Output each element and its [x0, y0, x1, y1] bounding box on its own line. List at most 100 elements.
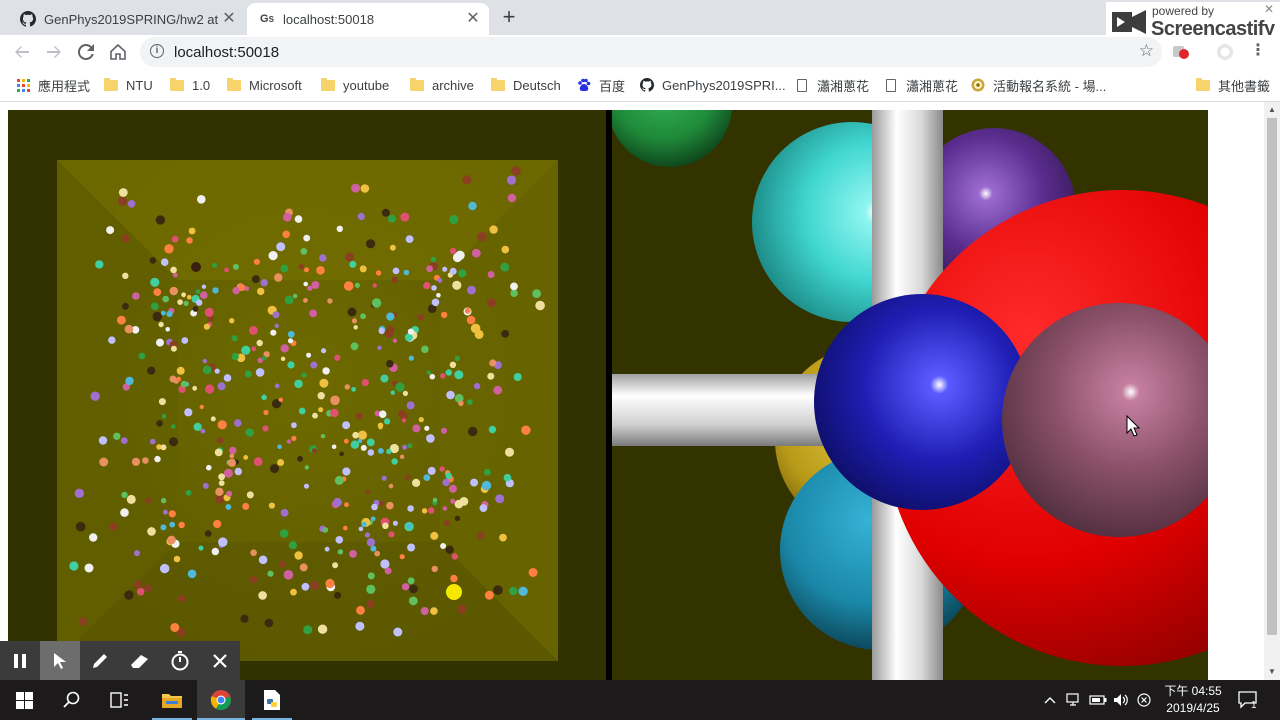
gas-particle: [386, 325, 395, 334]
tab-localhost[interactable]: GS localhost:50018 ✕: [247, 3, 489, 35]
gas-particle: [150, 302, 159, 311]
close-toolbar-button[interactable]: [200, 641, 240, 680]
python-editor-button[interactable]: [248, 680, 296, 720]
cursor-tool-button[interactable]: [40, 641, 80, 680]
bookmark-archive[interactable]: archive: [410, 77, 474, 93]
gas-particle: [357, 212, 365, 221]
extension-icon[interactable]: [1172, 43, 1190, 61]
gas-particle: [218, 480, 225, 486]
eraser-tool-button[interactable]: [120, 641, 160, 680]
bookmark-genphys[interactable]: GenPhys2019SPRI...: [640, 77, 786, 93]
gas-particle: [488, 425, 497, 434]
address-bar[interactable]: i localhost:50018 ☆: [140, 37, 1162, 67]
start-button[interactable]: [0, 680, 48, 720]
close-icon[interactable]: ✕: [465, 11, 481, 27]
gas-particle: [150, 438, 156, 445]
gas-particle: [95, 260, 104, 269]
gas-particle: [75, 521, 86, 532]
gas-particle: [202, 365, 212, 375]
bookmark-event[interactable]: 活動報名系統 - 場...: [971, 77, 1106, 94]
gas-particle: [406, 523, 412, 529]
gas-particle: [364, 532, 371, 538]
profile-icon[interactable]: [1216, 43, 1234, 61]
scroll-down-arrow-icon[interactable]: ▼: [1264, 665, 1280, 679]
reload-icon[interactable]: [74, 40, 98, 64]
gas-particle: [437, 278, 443, 283]
notification-center-button[interactable]: 1: [1234, 680, 1262, 720]
gas-particle: [486, 298, 496, 308]
notification-count: 1: [1251, 700, 1257, 711]
bookmark-page-1[interactable]: 瀟湘蔥花: [795, 77, 869, 94]
tab-github[interactable]: GenPhys2019SPRING/hw2 at m ✕: [8, 3, 245, 35]
pen-tool-button[interactable]: [80, 641, 120, 680]
gas-particle: [232, 286, 240, 295]
bookmark-1-0[interactable]: 1.0: [170, 77, 210, 93]
gas-particle: [223, 468, 233, 478]
bookmark-page-2[interactable]: 瀟湘蔥花: [884, 77, 958, 94]
bookmark-other[interactable]: 其他書籤: [1196, 77, 1270, 94]
gas-particle: [446, 390, 455, 400]
gas-particle: [243, 455, 249, 460]
file-explorer-button[interactable]: [148, 680, 196, 720]
gas-particle: [181, 292, 187, 298]
gas-particle: [227, 458, 236, 467]
gas-particle: [388, 483, 394, 489]
timer-button[interactable]: [160, 641, 200, 680]
gas-particle: [145, 497, 152, 504]
gas-particle: [357, 430, 367, 440]
taskbar-clock[interactable]: 下午 04:55 2019/4/25: [1158, 683, 1228, 717]
gas-particle: [426, 434, 435, 443]
molecule-canvas[interactable]: [612, 110, 1208, 680]
back-arrow-icon[interactable]: [10, 40, 34, 64]
info-icon[interactable]: i: [150, 44, 164, 58]
gas-particle: [449, 247, 457, 255]
gas-particle: [493, 585, 503, 595]
page-icon: [884, 78, 898, 92]
battery-icon[interactable]: [1088, 680, 1108, 720]
gas-particle: [192, 385, 198, 391]
volume-icon[interactable]: [1111, 680, 1131, 720]
search-button[interactable]: [48, 680, 96, 720]
gas-particle: [370, 516, 376, 522]
network-icon[interactable]: [1064, 680, 1084, 720]
gas-particle: [459, 497, 469, 506]
bookmark-microsoft[interactable]: Microsoft: [227, 77, 302, 93]
scroll-up-arrow-icon[interactable]: ▲: [1264, 103, 1280, 117]
bookmark-star-icon[interactable]: ☆: [1139, 41, 1154, 61]
bookmark-youtube[interactable]: youtube: [321, 77, 389, 93]
chrome-button[interactable]: [197, 680, 245, 720]
gas-particle: [501, 329, 510, 338]
gas-particle: [280, 356, 286, 361]
forward-arrow-icon[interactable]: [42, 40, 66, 64]
mute-status-icon[interactable]: [1134, 680, 1154, 720]
home-icon[interactable]: [106, 40, 130, 64]
gas-particle: [442, 506, 448, 511]
gas-particle: [366, 599, 375, 609]
bookmark-label: Deutsch: [513, 77, 561, 93]
scrollbar-thumb[interactable]: [1267, 118, 1277, 635]
pause-button[interactable]: [0, 641, 40, 680]
bookmark-ntu[interactable]: NTU: [104, 77, 153, 93]
gas-particle: [176, 366, 185, 375]
gas-particle: [347, 307, 357, 317]
task-view-button[interactable]: [96, 680, 144, 720]
bookmark-apps[interactable]: 應用程式: [16, 77, 90, 94]
bookmark-baidu[interactable]: 百度: [577, 77, 625, 94]
gas-particle: [184, 408, 193, 417]
new-tab-button[interactable]: +: [497, 6, 521, 30]
gas-particle: [299, 563, 308, 572]
gas-particle: [276, 242, 286, 252]
gas-particle: [356, 605, 365, 615]
gas-particle: [445, 369, 452, 376]
bookmark-deutsch[interactable]: Deutsch: [491, 77, 561, 93]
gas-box-canvas[interactable]: [8, 110, 606, 680]
chevron-up-icon[interactable]: [1041, 680, 1059, 720]
eraser-icon: [131, 654, 148, 668]
close-icon[interactable]: ✕: [1264, 2, 1274, 16]
gas-particle: [197, 195, 206, 204]
close-icon[interactable]: ✕: [221, 11, 237, 27]
menu-kebab-icon[interactable]: ⋮: [1249, 43, 1267, 61]
gas-particle: [134, 550, 140, 557]
page-scrollbar[interactable]: ▲ ▼: [1264, 102, 1280, 680]
gas-particle: [109, 522, 118, 531]
